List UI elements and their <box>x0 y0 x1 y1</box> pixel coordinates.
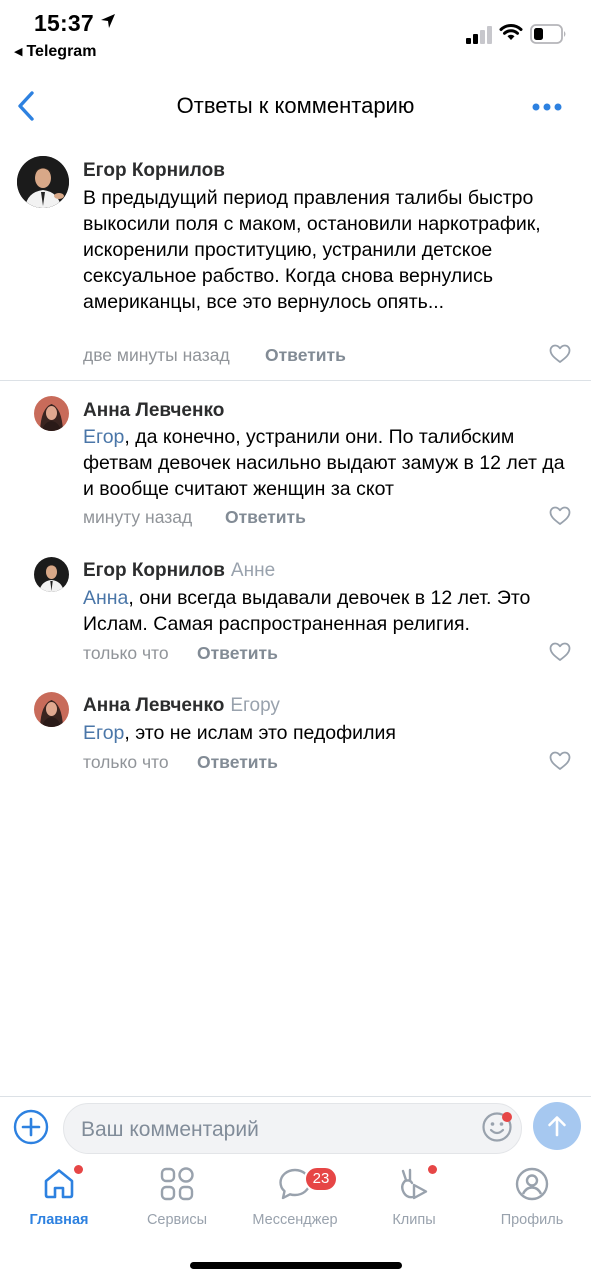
tab-home[interactable]: Главная <box>0 1166 118 1236</box>
like-heart-icon[interactable] <box>549 642 571 662</box>
avatar-man-image <box>17 156 69 208</box>
reply-to-name[interactable]: Анне <box>231 560 275 581</box>
comment-input-placeholder: Ваш комментарий <box>81 1118 259 1141</box>
tab-label: Мессенджер <box>252 1212 338 1228</box>
clips-icon <box>401 1168 428 1200</box>
composer-divider <box>0 1096 591 1097</box>
author-name[interactable]: Анна Левченко <box>83 400 224 421</box>
author-name[interactable]: Егор Корнилов <box>83 160 225 181</box>
tab-profile[interactable]: Профиль <box>473 1166 591 1236</box>
root-comment: Егор Корнилов В предыдущий период правле… <box>0 150 591 375</box>
comment-time: только что <box>83 752 169 772</box>
home-indicator <box>190 1262 402 1269</box>
comment-time: две минуты назад <box>83 345 230 365</box>
reply-to-name[interactable]: Егору <box>230 695 280 716</box>
back-to-app-link[interactable]: ◀ Telegram <box>14 43 96 61</box>
status-bar: 15:37 ◀ Telegram <box>0 0 591 66</box>
comment-text: Егор, это не ислам это педофилия <box>83 720 573 746</box>
author-name[interactable]: Егор Корнилов <box>83 560 225 581</box>
comment-text: Анна, они всегда выдавали девочек в 12 л… <box>83 585 573 637</box>
comment-time: только что <box>83 643 169 663</box>
unread-badge: 23 <box>304 1166 338 1192</box>
notification-dot <box>428 1165 437 1174</box>
avatar-woman-image <box>34 396 69 431</box>
navigation-header: Ответы к комментарию <box>0 76 591 136</box>
avatar[interactable] <box>34 692 69 727</box>
back-app-label: Telegram <box>26 43 97 60</box>
reply-button[interactable]: Ответить <box>225 507 306 528</box>
more-options-icon[interactable] <box>532 102 562 112</box>
page-title: Ответы к комментарию <box>176 93 415 118</box>
comment-author[interactable]: Егор Корнилов Анне <box>83 560 275 582</box>
comment-author[interactable]: Анна Левченко Егору <box>83 695 280 717</box>
notification-dot <box>74 1165 83 1174</box>
comment-author[interactable]: Егор Корнилов <box>83 160 225 182</box>
home-icon <box>44 1169 74 1199</box>
profile-icon <box>515 1167 549 1201</box>
reply-comment: Анна Левченко Егору Егор, это не ислам эт… <box>0 690 591 785</box>
cellular-signal-icon <box>466 26 492 44</box>
send-arrow-icon <box>548 1116 566 1137</box>
comment-body: , они всегда выдавали девочек в 12 лет. … <box>83 587 531 635</box>
author-name[interactable]: Анна Левченко <box>83 695 224 716</box>
add-attachment-icon[interactable] <box>13 1109 49 1145</box>
comment-author[interactable]: Анна Левченко <box>83 400 224 422</box>
tab-label: Сервисы <box>146 1212 208 1228</box>
tab-label: Клипы <box>392 1212 436 1228</box>
tab-label: Профиль <box>500 1212 564 1228</box>
battery-icon <box>530 24 566 44</box>
avatar-woman-image <box>34 692 69 727</box>
comment-time: минуту назад <box>83 507 193 527</box>
reply-button[interactable]: Ответить <box>197 752 278 773</box>
reply-comment: Анна Левченко Егор, да конечно, устранил… <box>0 392 591 537</box>
comment-text: Егор, да конечно, устранили они. По тали… <box>83 424 573 502</box>
avatar[interactable] <box>34 396 69 431</box>
avatar[interactable] <box>17 156 69 208</box>
location-arrow-icon <box>101 14 115 28</box>
mention-link[interactable]: Анна <box>83 587 128 609</box>
avatar-man-image <box>34 557 69 592</box>
comment-body: В предыдущий период правления талибы быс… <box>83 187 541 313</box>
reply-button[interactable]: Ответить <box>197 643 278 664</box>
wifi-icon <box>499 24 523 40</box>
mention-link[interactable]: Егор <box>83 722 124 744</box>
status-time: 15:37 <box>34 10 94 36</box>
comment-body: , это не ислам это педофилия <box>124 722 396 744</box>
thread-divider <box>0 380 591 381</box>
like-heart-icon[interactable] <box>549 344 571 364</box>
avatar[interactable] <box>34 557 69 592</box>
mention-link[interactable]: Егор <box>83 426 124 448</box>
tab-services[interactable]: Сервисы <box>118 1166 236 1236</box>
services-icon <box>160 1167 194 1201</box>
tab-label: Главная <box>29 1212 89 1228</box>
reply-button[interactable]: Ответить <box>265 345 346 366</box>
comment-input[interactable]: Ваш комментарий <box>63 1103 522 1154</box>
tab-clips[interactable]: Клипы <box>355 1166 473 1236</box>
reply-comment: Егор Корнилов Анне Анна, они всегда выдав… <box>0 555 591 675</box>
like-heart-icon[interactable] <box>549 506 571 526</box>
like-heart-icon[interactable] <box>549 751 571 771</box>
back-triangle-icon: ◀ <box>14 46 23 58</box>
send-button[interactable] <box>533 1102 581 1150</box>
comment-body: , да конечно, устранили они. По талибски… <box>83 426 565 500</box>
notification-dot <box>502 1112 512 1122</box>
comment-text: В предыдущий период правления талибы быс… <box>83 185 573 315</box>
